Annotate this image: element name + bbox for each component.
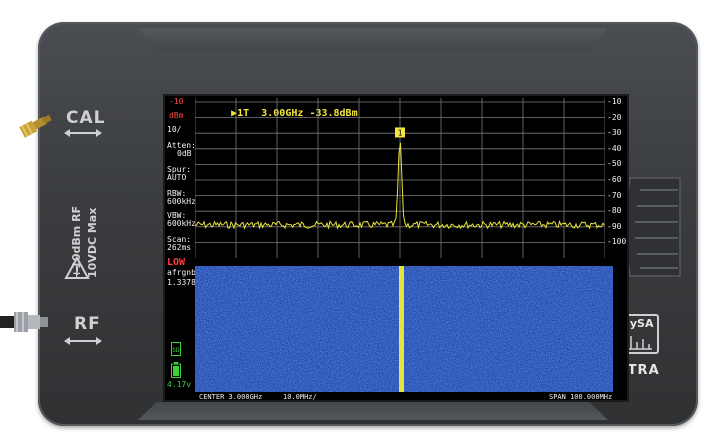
rf-sma-connector (0, 312, 48, 332)
bezel-bottom (138, 402, 608, 420)
cal-sma-connector-icon (19, 114, 52, 138)
side-grip (625, 177, 681, 277)
y-tick-label: -70 (607, 190, 622, 200)
ref-level: -10 (169, 97, 184, 106)
rbw-value: 600kHz (167, 197, 196, 206)
ref-unit: dBm (169, 111, 184, 120)
svg-text:1: 1 (398, 128, 403, 137)
warning-icon: ! (64, 256, 90, 279)
device-housing: CAL +10dBm RF 10VDC Max ! RF tinySA ULTR… (38, 22, 698, 426)
lcd-screen[interactable]: -10 dBm 10/ Atten: 0dB Spur: AUTO RBW: 6… (163, 94, 629, 402)
y-tick-label: -20 (607, 112, 622, 122)
low-indicator: LOW (167, 257, 186, 268)
afrgnb-label: afrgnb (167, 268, 196, 277)
marker-badge: 1 (395, 127, 405, 138)
battery-voltage: 4.17v (167, 380, 192, 389)
span-frequency: SPAN 100.000MHz (549, 393, 613, 401)
atten-value: 0dB (177, 149, 192, 158)
scale-label: 10/ (167, 125, 182, 134)
svg-text:SD: SD (172, 347, 180, 354)
battery-icon (171, 362, 181, 378)
y-tick-label: -30 (607, 128, 622, 138)
status-value: 1.3378 (167, 278, 196, 287)
bezel-top (138, 28, 608, 50)
scan-value: 262ms (167, 243, 192, 252)
y-tick-label: -80 (607, 206, 622, 216)
svg-text:!: ! (74, 264, 79, 278)
waterfall-display[interactable] (195, 266, 613, 392)
waterfall-noise (195, 266, 613, 392)
waterfall-signal-line (399, 266, 404, 392)
spur-value: AUTO (167, 173, 187, 182)
y-tick-label: -40 (607, 143, 622, 153)
rf-port-label: RF (74, 314, 101, 334)
spectrum-plot[interactable]: 1 (195, 98, 605, 258)
vbw-value: 600kHz (167, 219, 196, 228)
y-tick-label: -60 (607, 175, 622, 184)
y-tick-label: -90 (607, 221, 622, 231)
frequency-per-division: 10.0MHz/ (283, 393, 317, 401)
center-frequency: CENTER 3.000GHz (199, 393, 263, 401)
y-tick-label: -50 (607, 159, 622, 169)
y-tick-label: -100 (607, 237, 627, 247)
rf-arrow-icon (64, 337, 102, 345)
y-tick-label: -10 (607, 97, 622, 106)
sd-card-icon: SD (171, 342, 181, 356)
